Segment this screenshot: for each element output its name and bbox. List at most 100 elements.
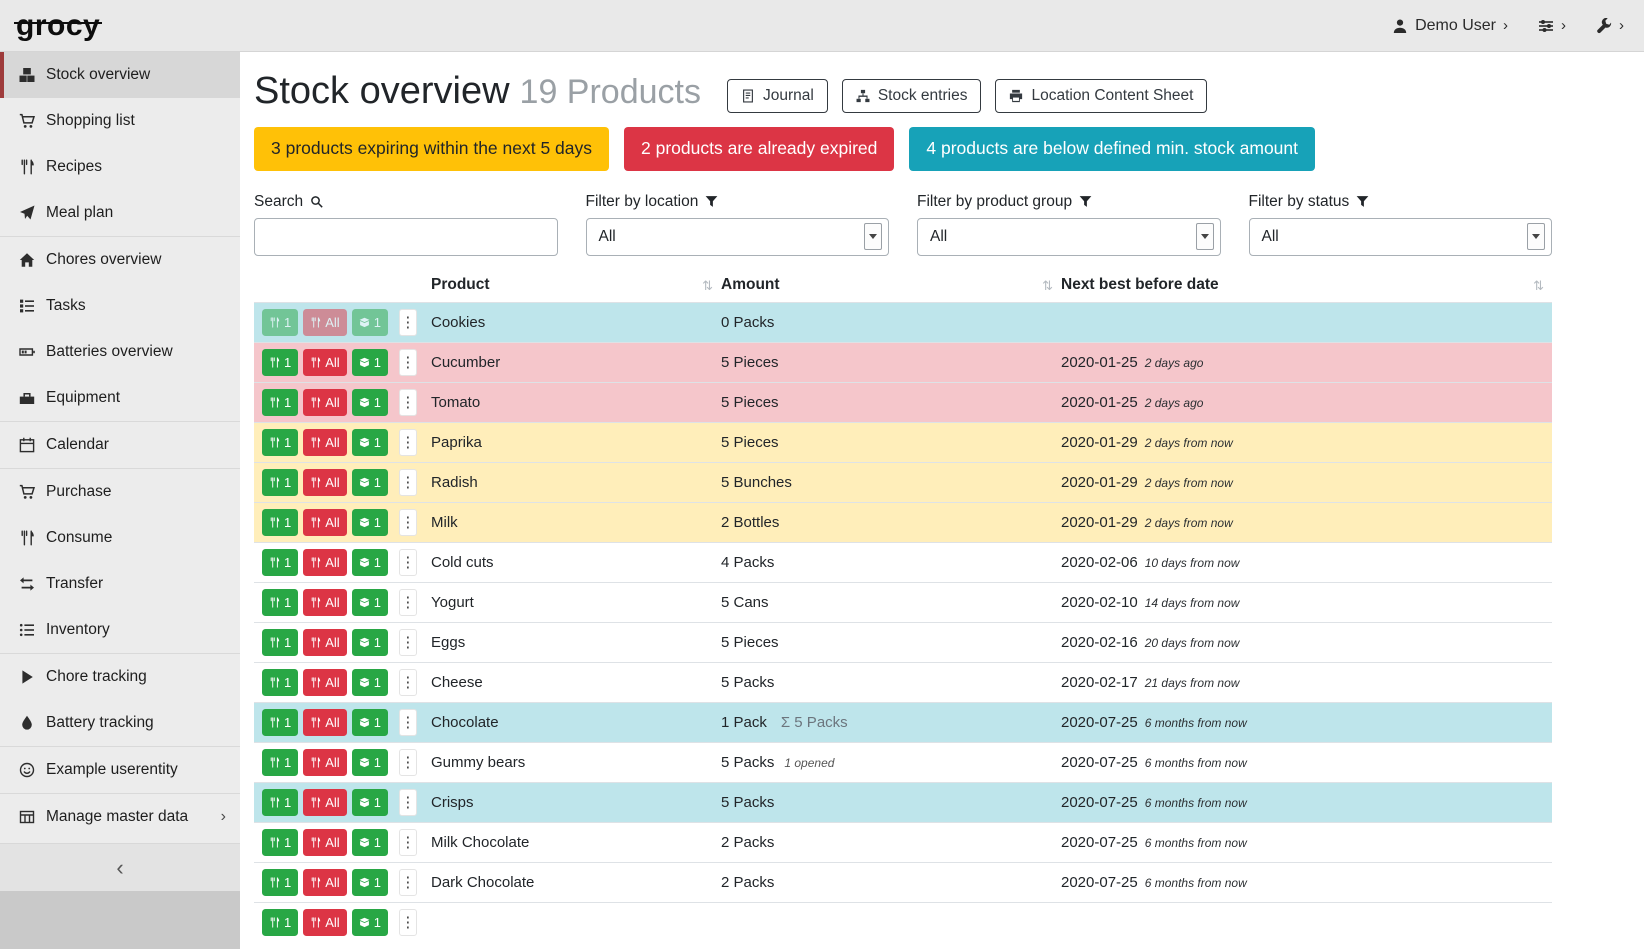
sort-icon[interactable]: ⇅ <box>702 278 713 294</box>
status-banner-danger[interactable]: 2 products are already expired <box>624 127 894 171</box>
sidebar-item-inventory[interactable]: Inventory <box>0 607 240 653</box>
amount-column-header[interactable]: Amount ⇅ <box>721 270 1061 303</box>
consume-all-button[interactable]: All <box>303 309 346 336</box>
sidebar-item-calendar[interactable]: Calendar <box>0 422 240 468</box>
user-menu[interactable]: Demo User › <box>1392 17 1508 35</box>
consume-all-button[interactable]: All <box>303 349 346 376</box>
consume-one-button[interactable]: 1 <box>262 509 298 536</box>
consume-all-button[interactable]: All <box>303 389 346 416</box>
best-before-column-header[interactable]: Next best before date ⇅ <box>1061 270 1552 303</box>
sidebar-item-tasks[interactable]: Tasks <box>0 283 240 329</box>
open-one-button[interactable]: 1 <box>352 829 388 856</box>
open-one-button[interactable]: 1 <box>352 869 388 896</box>
location-select[interactable]: All <box>586 218 890 256</box>
consume-one-button[interactable]: 1 <box>262 349 298 376</box>
open-one-button[interactable]: 1 <box>352 589 388 616</box>
row-menu-button[interactable]: ⋮ <box>399 309 417 336</box>
sidebar-item-equipment[interactable]: Equipment <box>0 375 240 421</box>
open-one-button[interactable]: 1 <box>352 349 388 376</box>
consume-one-button[interactable]: 1 <box>262 589 298 616</box>
open-one-button[interactable]: 1 <box>352 669 388 696</box>
consume-one-button[interactable]: 1 <box>262 629 298 656</box>
sidebar-item-purchase[interactable]: Purchase <box>0 469 240 515</box>
consume-one-button[interactable]: 1 <box>262 789 298 816</box>
row-menu-button[interactable]: ⋮ <box>399 349 417 376</box>
consume-one-button[interactable]: 1 <box>262 829 298 856</box>
row-menu-button[interactable]: ⋮ <box>399 669 417 696</box>
open-one-button[interactable]: 1 <box>352 709 388 736</box>
open-one-button[interactable]: 1 <box>352 309 388 336</box>
consume-all-button[interactable]: All <box>303 629 346 656</box>
sidebar-item-chore-tracking[interactable]: Chore tracking <box>0 654 240 700</box>
status-select[interactable]: All <box>1249 218 1553 256</box>
consume-one-button[interactable]: 1 <box>262 469 298 496</box>
sidebar-item-shopping-list[interactable]: Shopping list <box>0 98 240 144</box>
open-one-button[interactable]: 1 <box>352 629 388 656</box>
consume-all-button[interactable]: All <box>303 749 346 776</box>
sidebar-item-chores-overview[interactable]: Chores overview <box>0 237 240 283</box>
consume-one-button[interactable]: 1 <box>262 669 298 696</box>
status-banner-info[interactable]: 4 products are below defined min. stock … <box>909 127 1315 171</box>
row-menu-button[interactable]: ⋮ <box>399 389 417 416</box>
row-menu-button[interactable]: ⋮ <box>399 429 417 456</box>
consume-all-button[interactable]: All <box>303 829 346 856</box>
row-menu-button[interactable]: ⋮ <box>399 629 417 656</box>
row-menu-button[interactable]: ⋮ <box>399 869 417 896</box>
sidebar-item-battery-tracking[interactable]: Battery tracking <box>0 700 240 746</box>
search-input[interactable] <box>254 218 558 256</box>
sidebar-item-consume[interactable]: Consume <box>0 515 240 561</box>
sidebar-item-recipes[interactable]: Recipes <box>0 144 240 190</box>
consume-one-button[interactable]: 1 <box>262 869 298 896</box>
sidebar-item-meal-plan[interactable]: Meal plan <box>0 190 240 236</box>
consume-all-button[interactable]: All <box>303 869 346 896</box>
stock-entries-button[interactable]: Stock entries <box>842 79 982 113</box>
consume-all-button[interactable]: All <box>303 709 346 736</box>
open-one-button[interactable]: 1 <box>352 549 388 576</box>
row-menu-button[interactable]: ⋮ <box>399 829 417 856</box>
row-menu-button[interactable]: ⋮ <box>399 909 417 936</box>
admin-menu[interactable]: › <box>1596 17 1624 34</box>
consume-all-button[interactable]: All <box>303 589 346 616</box>
consume-all-button[interactable]: All <box>303 429 346 456</box>
sidebar-item-batteries-overview[interactable]: Batteries overview <box>0 329 240 375</box>
row-menu-button[interactable]: ⋮ <box>399 509 417 536</box>
consume-one-button[interactable]: 1 <box>262 549 298 576</box>
product-group-select[interactable]: All <box>917 218 1221 256</box>
open-one-button[interactable]: 1 <box>352 749 388 776</box>
consume-one-button[interactable]: 1 <box>262 389 298 416</box>
consume-all-button[interactable]: All <box>303 509 346 536</box>
row-menu-button[interactable]: ⋮ <box>399 589 417 616</box>
open-one-button[interactable]: 1 <box>352 429 388 456</box>
row-menu-button[interactable]: ⋮ <box>399 789 417 816</box>
sidebar-collapse-button[interactable]: ‹ <box>0 843 240 891</box>
settings-menu[interactable]: › <box>1538 17 1566 34</box>
consume-all-button[interactable]: All <box>303 789 346 816</box>
consume-one-button[interactable]: 1 <box>262 909 298 936</box>
open-one-button[interactable]: 1 <box>352 389 388 416</box>
row-menu-button[interactable]: ⋮ <box>399 469 417 496</box>
consume-one-button[interactable]: 1 <box>262 309 298 336</box>
row-menu-button[interactable]: ⋮ <box>399 749 417 776</box>
sidebar-item-manage-master-data[interactable]: Manage master data› <box>0 794 240 840</box>
sort-icon[interactable]: ⇅ <box>1533 278 1544 294</box>
open-one-button[interactable]: 1 <box>352 509 388 536</box>
status-banner-warning[interactable]: 3 products expiring within the next 5 da… <box>254 127 609 171</box>
sidebar-item-example-userentity[interactable]: Example userentity <box>0 747 240 793</box>
consume-all-button[interactable]: All <box>303 469 346 496</box>
row-menu-button[interactable]: ⋮ <box>399 709 417 736</box>
sidebar-item-transfer[interactable]: Transfer <box>0 561 240 607</box>
consume-all-button[interactable]: All <box>303 549 346 576</box>
row-menu-button[interactable]: ⋮ <box>399 549 417 576</box>
sidebar-item-stock-overview[interactable]: Stock overview <box>0 52 240 98</box>
consume-one-button[interactable]: 1 <box>262 429 298 456</box>
journal-button[interactable]: Journal <box>727 79 828 113</box>
consume-all-button[interactable]: All <box>303 669 346 696</box>
product-column-header[interactable]: Product ⇅ <box>431 270 721 303</box>
consume-one-button[interactable]: 1 <box>262 709 298 736</box>
app-logo[interactable]: grocy <box>16 11 100 41</box>
consume-one-button[interactable]: 1 <box>262 749 298 776</box>
location-content-sheet-button[interactable]: Location Content Sheet <box>995 79 1207 113</box>
open-one-button[interactable]: 1 <box>352 789 388 816</box>
consume-all-button[interactable]: All <box>303 909 346 936</box>
open-one-button[interactable]: 1 <box>352 469 388 496</box>
